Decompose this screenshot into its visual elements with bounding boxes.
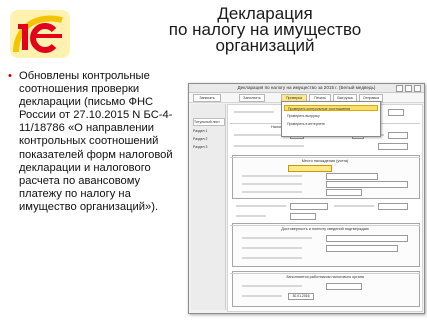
highlighted-field[interactable] [288, 165, 332, 172]
form-text-line [234, 134, 284, 136]
form-text-line [242, 183, 302, 185]
bullet-marker: • [8, 70, 12, 82]
tax-authority-field[interactable] [378, 143, 408, 150]
date-field[interactable]: 30.01.2016 [288, 293, 314, 300]
pages-count-field[interactable] [290, 213, 316, 220]
window-title: Декларация по налогу на имущество за 201… [189, 84, 424, 93]
form-text-line [242, 257, 302, 259]
organization-name-field[interactable] [326, 181, 408, 188]
logo-1c-icon [10, 10, 70, 58]
form-text-line [234, 145, 304, 147]
form-text-line [242, 237, 312, 239]
slide-title: Декларация по налогу на имущество органи… [120, 5, 410, 55]
minimize-icon[interactable] [396, 85, 403, 92]
section-confirm: Достоверность и полноту сведений подтвер… [230, 225, 420, 232]
section-tax: Заполняется работником налогового органа [230, 273, 420, 280]
menu-item-check-upload[interactable]: Проверить выгрузку [284, 113, 378, 119]
reorg-inn-field[interactable] [378, 203, 408, 210]
bullet-text: Обновлены контрольные соотношения провер… [19, 70, 173, 213]
close-icon[interactable] [414, 85, 421, 92]
form-text-line [242, 247, 302, 249]
record-button[interactable]: Записать [193, 94, 221, 102]
nav-item-title-page[interactable]: Титульный лист [193, 118, 225, 126]
form-text-line [242, 295, 282, 297]
section-place: Место нахождения (учета) [230, 157, 420, 164]
window-controls [396, 85, 421, 92]
signer-field[interactable] [326, 235, 408, 242]
nav-item-section-2[interactable]: Раздел 2 [193, 136, 223, 142]
okved-field[interactable] [326, 173, 378, 180]
fill-button[interactable]: Заполнить [239, 94, 265, 102]
title-line-3: организаций [215, 36, 315, 55]
maximize-icon[interactable] [405, 85, 412, 92]
form-text-line [334, 205, 374, 207]
check-dropdown-menu: Проверить контрольные соотношения Провер… [281, 101, 381, 137]
form-text-line [242, 191, 302, 193]
nav-item-section-1[interactable]: Раздел 1 [193, 128, 223, 134]
phone-field[interactable] [326, 189, 362, 196]
form-text-line [234, 111, 274, 113]
form-text-line [242, 175, 302, 177]
representative-field[interactable] [326, 245, 398, 252]
menu-item-check-ratios[interactable]: Проверить контрольные соотношения [284, 105, 378, 111]
form-text-line [242, 285, 302, 287]
year-field[interactable] [388, 132, 408, 139]
nav-item-section-3[interactable]: Раздел 3 [193, 144, 223, 150]
section-nav: Титульный лист Раздел 1 Раздел 2 Раздел … [191, 104, 226, 310]
submission-method-field[interactable] [326, 283, 362, 290]
page-field[interactable] [388, 109, 404, 116]
reorganization-field[interactable] [290, 203, 328, 210]
declaration-window: Декларация по налогу на имущество за 201… [188, 83, 425, 314]
logo-1c [8, 6, 72, 62]
menu-item-check-online[interactable]: Проверить в интернете [284, 121, 378, 127]
form-text-line [236, 215, 266, 217]
form-text-line [236, 205, 286, 207]
